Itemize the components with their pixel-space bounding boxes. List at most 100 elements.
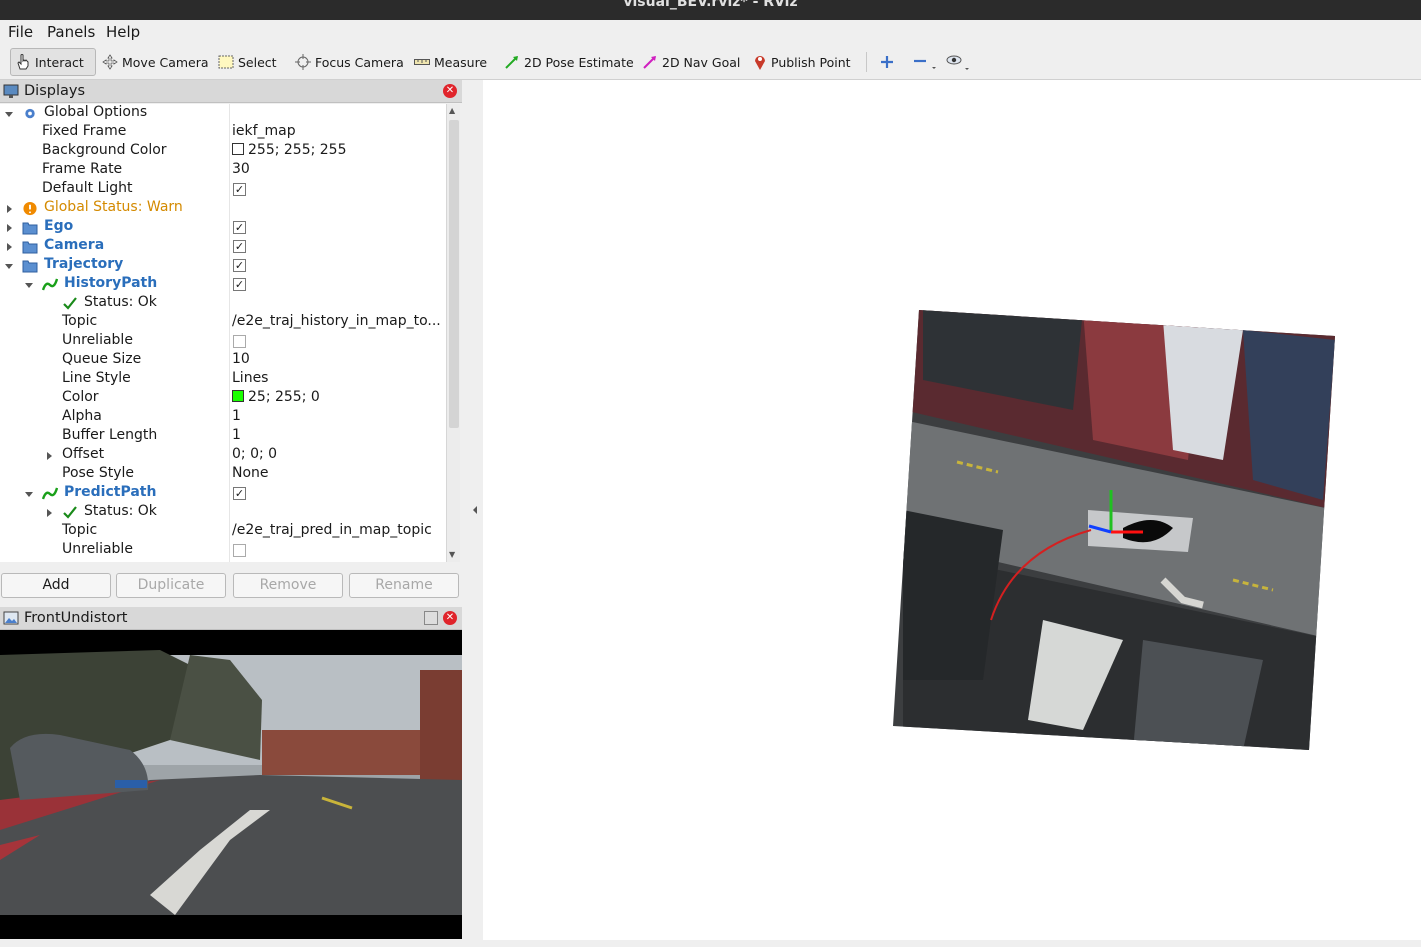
expand-right-icon[interactable] <box>4 204 14 214</box>
interact-tool-button[interactable]: Interact <box>10 48 96 76</box>
scroll-down-icon[interactable]: ▼ <box>449 550 455 559</box>
offset-value[interactable]: 0; 0; 0 <box>232 446 277 462</box>
tree-row-background-color[interactable]: Background Color 255; 255; 255 <box>0 142 446 161</box>
predict-unreliable-label: Unreliable <box>62 541 133 557</box>
toolbar-separator <box>866 52 867 72</box>
history-topic-value[interactable]: /e2e_traj_history_in_map_to... <box>232 313 441 329</box>
displays-panel-header: Displays ✕ <box>0 80 462 103</box>
displays-scrollbar[interactable]: ▲ ▼ <box>446 104 460 562</box>
tree-row-offset[interactable]: Offset 0; 0; 0 <box>0 446 446 465</box>
tree-row-alpha[interactable]: Alpha 1 <box>0 408 446 427</box>
default-light-checkbox[interactable]: ✓ <box>233 183 246 196</box>
expand-right-icon[interactable] <box>44 508 54 518</box>
expand-down-icon[interactable] <box>4 261 14 271</box>
measure-tool-button[interactable]: Measure <box>410 48 491 76</box>
tree-row-predict-topic[interactable]: Topic /e2e_traj_pred_in_map_topic <box>0 522 446 541</box>
image-panel-close-button[interactable]: ✕ <box>443 611 457 625</box>
default-light-label: Default Light <box>42 180 133 196</box>
tree-row-unreliable[interactable]: Unreliable <box>0 332 446 351</box>
expand-right-icon[interactable] <box>44 451 54 461</box>
displays-close-button[interactable]: ✕ <box>443 84 457 98</box>
line-style-value[interactable]: Lines <box>232 370 268 386</box>
expand-right-icon[interactable] <box>4 223 14 233</box>
expand-right-icon[interactable] <box>4 242 14 252</box>
frame-rate-value[interactable]: 30 <box>232 161 250 177</box>
folder-icon <box>22 260 38 273</box>
gear-icon <box>25 108 35 119</box>
frame-rate-label: Frame Rate <box>42 161 123 177</box>
remove-button[interactable]: Remove <box>233 573 343 598</box>
alpha-value[interactable]: 1 <box>232 408 241 424</box>
remove-tool-button[interactable] <box>908 48 940 76</box>
interact-label: Interact <box>35 54 84 70</box>
expand-down-icon[interactable] <box>4 109 14 119</box>
color-value[interactable]: 25; 255; 0 <box>232 389 320 405</box>
ego-checkbox[interactable]: ✓ <box>233 221 246 234</box>
tree-row-global-status[interactable]: Global Status: Warn <box>0 199 446 218</box>
rename-button[interactable]: Rename <box>349 573 459 598</box>
scrollbar-thumb[interactable] <box>449 120 459 428</box>
pose-style-label: Pose Style <box>62 465 135 481</box>
predict-topic-value[interactable]: /e2e_traj_pred_in_map_topic <box>232 522 432 538</box>
predict-path-checkbox[interactable]: ✓ <box>233 487 246 500</box>
tree-row-global-options[interactable]: Global Options <box>0 104 446 123</box>
trajectory-label: Trajectory <box>44 256 124 272</box>
collapse-left-icon[interactable] <box>472 505 478 515</box>
tree-row-camera[interactable]: Camera ✓ <box>0 237 446 256</box>
history-path-checkbox[interactable]: ✓ <box>233 278 246 291</box>
tree-row-fixed-frame[interactable]: Fixed Frame iekf_map <box>0 123 446 142</box>
undock-button[interactable] <box>424 611 438 625</box>
publish-point-tool-button[interactable]: Publish Point <box>749 48 855 76</box>
pose-estimate-tool-button[interactable]: 2D Pose Estimate <box>500 48 638 76</box>
global-status-label: Global Status: Warn <box>44 199 183 215</box>
tree-row-color[interactable]: Color 25; 255; 0 <box>0 389 446 408</box>
tree-row-line-style[interactable]: Line Style Lines <box>0 370 446 389</box>
add-button[interactable]: Add <box>1 573 111 598</box>
predict-unreliable-checkbox[interactable] <box>233 544 246 557</box>
tree-row-predict-status[interactable]: Status: Ok <box>0 503 446 522</box>
publish-point-label: Publish Point <box>771 54 851 70</box>
expand-down-icon[interactable] <box>24 280 34 290</box>
buffer-length-value[interactable]: 1 <box>232 427 241 443</box>
measure-label: Measure <box>434 54 488 70</box>
tree-row-default-light[interactable]: Default Light ✓ <box>0 180 446 199</box>
pose-style-value[interactable]: None <box>232 465 269 481</box>
fixed-frame-value[interactable]: iekf_map <box>232 123 296 139</box>
tree-row-history-status[interactable]: Status: Ok <box>0 294 446 313</box>
unreliable-label: Unreliable <box>62 332 133 348</box>
tree-row-predict-path[interactable]: PredictPath ✓ <box>0 484 446 503</box>
focus-camera-tool-button[interactable]: Focus Camera <box>291 48 408 76</box>
select-rectangle-icon <box>218 55 234 69</box>
tree-row-queue-size[interactable]: Queue Size 10 <box>0 351 446 370</box>
tree-row-trajectory[interactable]: Trajectory ✓ <box>0 256 446 275</box>
add-tool-button[interactable] <box>876 48 898 76</box>
trajectory-checkbox[interactable]: ✓ <box>233 259 246 272</box>
displays-title: Displays <box>24 83 86 99</box>
unreliable-checkbox[interactable] <box>233 335 246 348</box>
predict-path-label: PredictPath <box>64 484 157 500</box>
select-tool-button[interactable]: Select <box>214 48 281 76</box>
tree-row-topic[interactable]: Topic /e2e_traj_history_in_map_to... <box>0 313 446 332</box>
eye-icon <box>946 55 969 70</box>
tree-row-ego[interactable]: Ego ✓ <box>0 218 446 237</box>
expand-down-icon[interactable] <box>24 489 34 499</box>
scroll-up-icon[interactable]: ▲ <box>449 106 455 115</box>
tree-row-history-path[interactable]: HistoryPath ✓ <box>0 275 446 294</box>
menu-panels[interactable]: Panels <box>47 23 95 41</box>
dock-splitter[interactable] <box>462 80 483 940</box>
tree-row-predict-unreliable[interactable]: Unreliable <box>0 541 446 560</box>
pose-estimate-label: 2D Pose Estimate <box>524 54 634 70</box>
3d-render-view[interactable] <box>483 80 1421 940</box>
camera-checkbox[interactable]: ✓ <box>233 240 246 253</box>
nav-goal-tool-button[interactable]: 2D Nav Goal <box>638 48 744 76</box>
view-panels-button[interactable] <box>941 48 975 76</box>
menu-help[interactable]: Help <box>106 23 140 41</box>
menu-file[interactable]: File <box>8 23 33 41</box>
tree-row-frame-rate[interactable]: Frame Rate 30 <box>0 161 446 180</box>
duplicate-button[interactable]: Duplicate <box>116 573 226 598</box>
background-color-value[interactable]: 255; 255; 255 <box>232 142 347 158</box>
tree-row-buffer-length[interactable]: Buffer Length 1 <box>0 427 446 446</box>
queue-size-value[interactable]: 10 <box>232 351 250 367</box>
tree-row-pose-style[interactable]: Pose Style None <box>0 465 446 484</box>
move-camera-tool-button[interactable]: Move Camera <box>98 48 213 76</box>
